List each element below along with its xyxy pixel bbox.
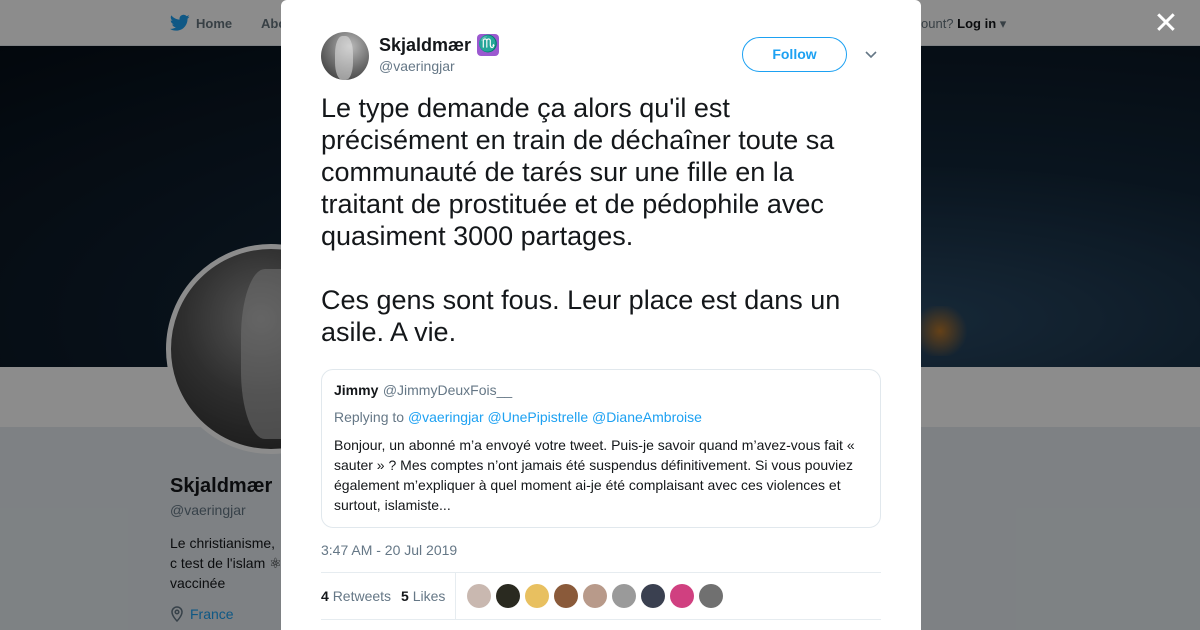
- author-avatar[interactable]: [321, 32, 369, 80]
- stats-divider: [455, 573, 456, 619]
- tweet-text: Le type demande ça alors qu'il est préci…: [321, 93, 841, 347]
- quoted-text: Bonjour, un abonné m’a envoyé votre twee…: [334, 437, 855, 513]
- retweets-label: Retweets: [332, 588, 392, 604]
- liker-avatar[interactable]: [467, 584, 491, 608]
- likes-count: 5: [401, 588, 409, 604]
- liker-avatar[interactable]: [612, 584, 636, 608]
- tweet-stats: 4 Retweets 5 Likes: [321, 572, 881, 620]
- tweet-modal: Skjaldmær ♏ @vaeringjar Follow Le type d…: [281, 0, 921, 630]
- liker-avatar[interactable]: [583, 584, 607, 608]
- author-name-label: Skjaldmær: [379, 34, 472, 55]
- author-handle[interactable]: @vaeringjar: [379, 58, 455, 74]
- liker-avatar[interactable]: [699, 584, 723, 608]
- likes-stat[interactable]: 5 Likes: [401, 588, 445, 604]
- scorpio-icon: ♏: [477, 34, 500, 56]
- liker-avatar[interactable]: [641, 584, 665, 608]
- quoted-replying-to: Replying to @vaeringjar @UnePipistrelle …: [334, 409, 868, 425]
- author-avatar-face: [335, 36, 353, 80]
- liker-avatar[interactable]: [554, 584, 578, 608]
- quoted-author-name: Jimmy: [334, 382, 379, 398]
- quoted-header: Jimmy @JimmyDeuxFois__: [334, 382, 868, 400]
- quoted-tweet[interactable]: Jimmy @JimmyDeuxFois__ Replying to @vaer…: [321, 369, 881, 528]
- liker-avatar[interactable]: [670, 584, 694, 608]
- tweet-timestamp[interactable]: 3:47 AM - 20 Jul 2019: [321, 542, 457, 558]
- replying-prefix: Replying to: [334, 409, 405, 425]
- liker-avatars: [467, 584, 723, 608]
- retweets-stat[interactable]: 4 Retweets: [321, 588, 391, 604]
- quoted-author-handle: @JimmyDeuxFois__: [382, 382, 513, 398]
- close-icon[interactable]: ✕: [1152, 9, 1180, 39]
- liker-avatar[interactable]: [496, 584, 520, 608]
- author-name[interactable]: Skjaldmær ♏: [379, 34, 500, 56]
- follow-button[interactable]: Follow: [742, 37, 847, 72]
- retweets-count: 4: [321, 588, 329, 604]
- replying-mentions: @vaeringjar @UnePipistrelle @DianeAmbroi…: [407, 409, 702, 425]
- chevron-down-icon[interactable]: [865, 48, 877, 60]
- liker-avatar[interactable]: [525, 584, 549, 608]
- likes-label: Likes: [412, 588, 446, 604]
